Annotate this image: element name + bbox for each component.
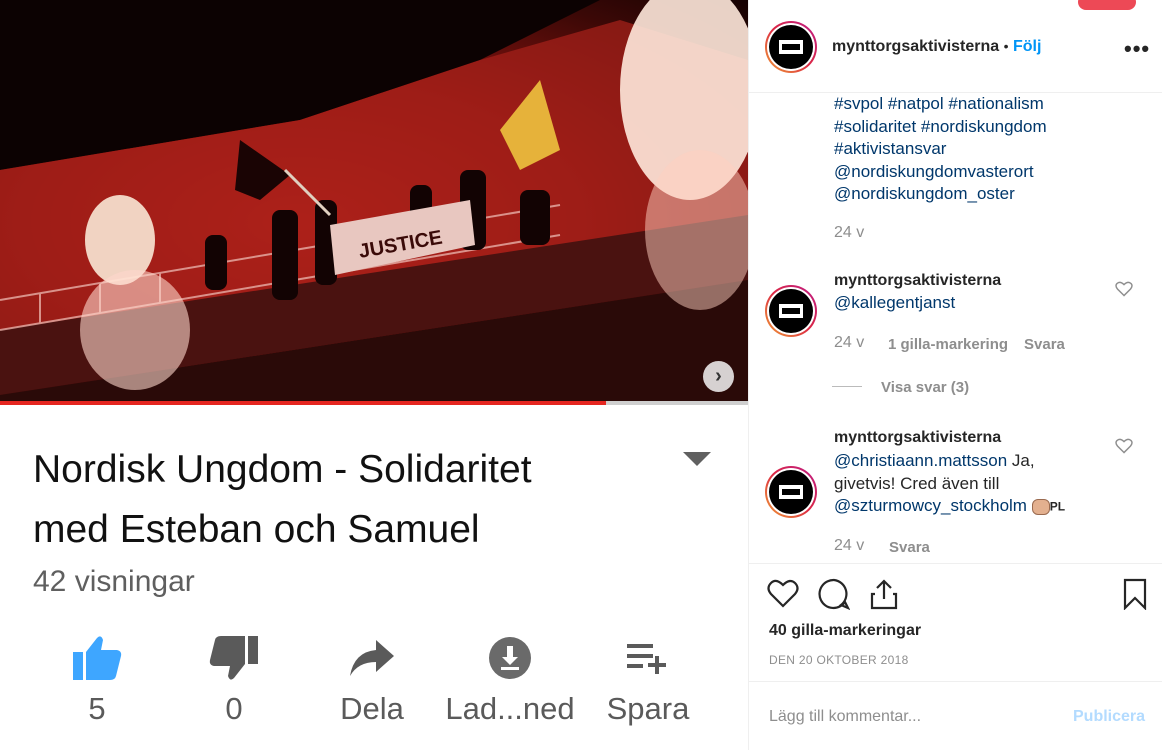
dislike-action[interactable]: 0 xyxy=(164,630,304,727)
post-date: DEN 20 OKTOBER 2018 xyxy=(769,653,909,667)
save-label: Spara xyxy=(606,691,690,726)
comment-likes[interactable]: 1 gilla-markering xyxy=(888,336,1008,353)
add-to-playlist-icon xyxy=(578,630,718,685)
share-post-icon[interactable] xyxy=(869,578,899,610)
comment-text: @christiaann.mattsson Ja, givetvis! Cred… xyxy=(834,450,1134,518)
caption-tags: #svpol #natpol #nationalism #solidaritet… xyxy=(834,93,1134,206)
bookmark-icon[interactable] xyxy=(1123,578,1147,610)
comment-username[interactable]: mynttorgsaktivisterna xyxy=(834,429,1001,447)
video-title-line2: med Esteban och Samuel xyxy=(33,508,480,551)
video-scene: JUSTICE xyxy=(0,0,748,404)
flag-emoji-text: PL xyxy=(1049,499,1066,514)
like-count: 5 xyxy=(88,691,106,726)
caption-age: 24 v xyxy=(834,224,865,241)
comment-avatar[interactable] xyxy=(765,285,817,337)
fist-emoji-icon xyxy=(1031,498,1050,515)
expand-description-icon[interactable] xyxy=(683,452,711,466)
reply-button[interactable]: Svara xyxy=(1024,336,1065,353)
dislike-count: 0 xyxy=(225,691,243,726)
caption-line[interactable]: #svpol #natpol #nationalism xyxy=(834,93,1134,116)
reply-button[interactable]: Svara xyxy=(889,539,930,556)
publish-button[interactable]: Publicera xyxy=(1073,708,1145,726)
like-action[interactable]: 5 xyxy=(27,630,167,727)
screen: JUSTICE › Nordisk Ungdom - Solidaritet m… xyxy=(0,0,1162,750)
next-slide-button[interactable]: › xyxy=(703,361,734,392)
add-comment-bar: Lägg till kommentar... Publicera xyxy=(749,681,1162,750)
comment-mention[interactable]: @christiaann.mattsson xyxy=(834,451,1007,470)
comment-text-part: givetvis! Cred även till xyxy=(834,473,1000,493)
chevron-right-icon: › xyxy=(715,365,722,387)
video-progress-bar[interactable] xyxy=(0,401,748,405)
comment-input[interactable]: Lägg till kommentar... xyxy=(769,708,921,726)
comment-mention[interactable]: @szturmowcy_stockholm xyxy=(834,496,1027,515)
comment-age: 24 v xyxy=(834,334,865,351)
download-label: Lad...ned xyxy=(445,691,575,726)
post-actions: 40 gilla-markeringar DEN 20 OKTOBER 2018 xyxy=(749,563,1162,681)
comment-avatar[interactable] xyxy=(765,466,817,518)
thumbs-down-icon xyxy=(164,630,304,685)
comment-text-part: Ja, xyxy=(1007,451,1035,470)
likes-count[interactable]: 40 gilla-markeringar xyxy=(769,622,921,640)
download-icon xyxy=(440,630,580,685)
comments-list: #svpol #natpol #nationalism #solidaritet… xyxy=(749,93,1162,563)
caption-line[interactable]: @nordiskungdom_oster xyxy=(834,183,1134,206)
avatar[interactable] xyxy=(765,21,817,73)
comment-icon[interactable] xyxy=(818,578,850,610)
post-header: mynttorgsaktivisterna • Följ ••• xyxy=(749,0,1162,93)
video-title: Nordisk Ungdom - Solidaritet med Esteban… xyxy=(33,440,633,560)
comment-text[interactable]: @kallegentjanst xyxy=(834,292,1094,315)
more-options-icon[interactable]: ••• xyxy=(1124,36,1150,62)
video-progress-fill xyxy=(0,401,606,405)
like-icon[interactable] xyxy=(767,578,799,608)
post-media: JUSTICE › Nordisk Ungdom - Solidaritet m… xyxy=(0,0,748,750)
thumbs-up-icon xyxy=(27,630,167,685)
caption-line[interactable]: #solidaritet #nordiskungdom xyxy=(834,116,1134,139)
share-action[interactable]: Dela xyxy=(302,630,442,727)
header-username[interactable]: mynttorgsaktivisterna xyxy=(832,38,999,55)
view-count: 42 visningar xyxy=(33,565,195,598)
save-action[interactable]: Spara xyxy=(578,630,718,727)
replies-divider xyxy=(832,386,862,387)
share-icon xyxy=(302,630,442,685)
video-frame[interactable]: JUSTICE › xyxy=(0,0,748,404)
comment-age: 24 v xyxy=(834,537,865,554)
header-user-row: mynttorgsaktivisterna • Följ xyxy=(832,38,1041,56)
follow-button[interactable]: Följ xyxy=(1013,38,1041,55)
view-replies-button[interactable]: Visa svar (3) xyxy=(881,379,969,396)
caption-line[interactable]: @nordiskungdomvasterort xyxy=(834,161,1134,184)
post-panel: mynttorgsaktivisterna • Följ ••• #svpol … xyxy=(748,0,1162,750)
comment-username[interactable]: mynttorgsaktivisterna xyxy=(834,272,1001,290)
comment-like-icon[interactable] xyxy=(1115,281,1133,297)
share-label: Dela xyxy=(340,691,404,726)
smoke-left xyxy=(80,270,190,390)
download-action[interactable]: Lad...ned xyxy=(440,630,580,727)
comment-like-icon[interactable] xyxy=(1115,438,1133,454)
header-separator: • xyxy=(1003,38,1009,54)
caption-line[interactable]: #aktivistansvar xyxy=(834,138,1134,161)
video-title-line1: Nordisk Ungdom - Solidaritet xyxy=(33,448,532,491)
